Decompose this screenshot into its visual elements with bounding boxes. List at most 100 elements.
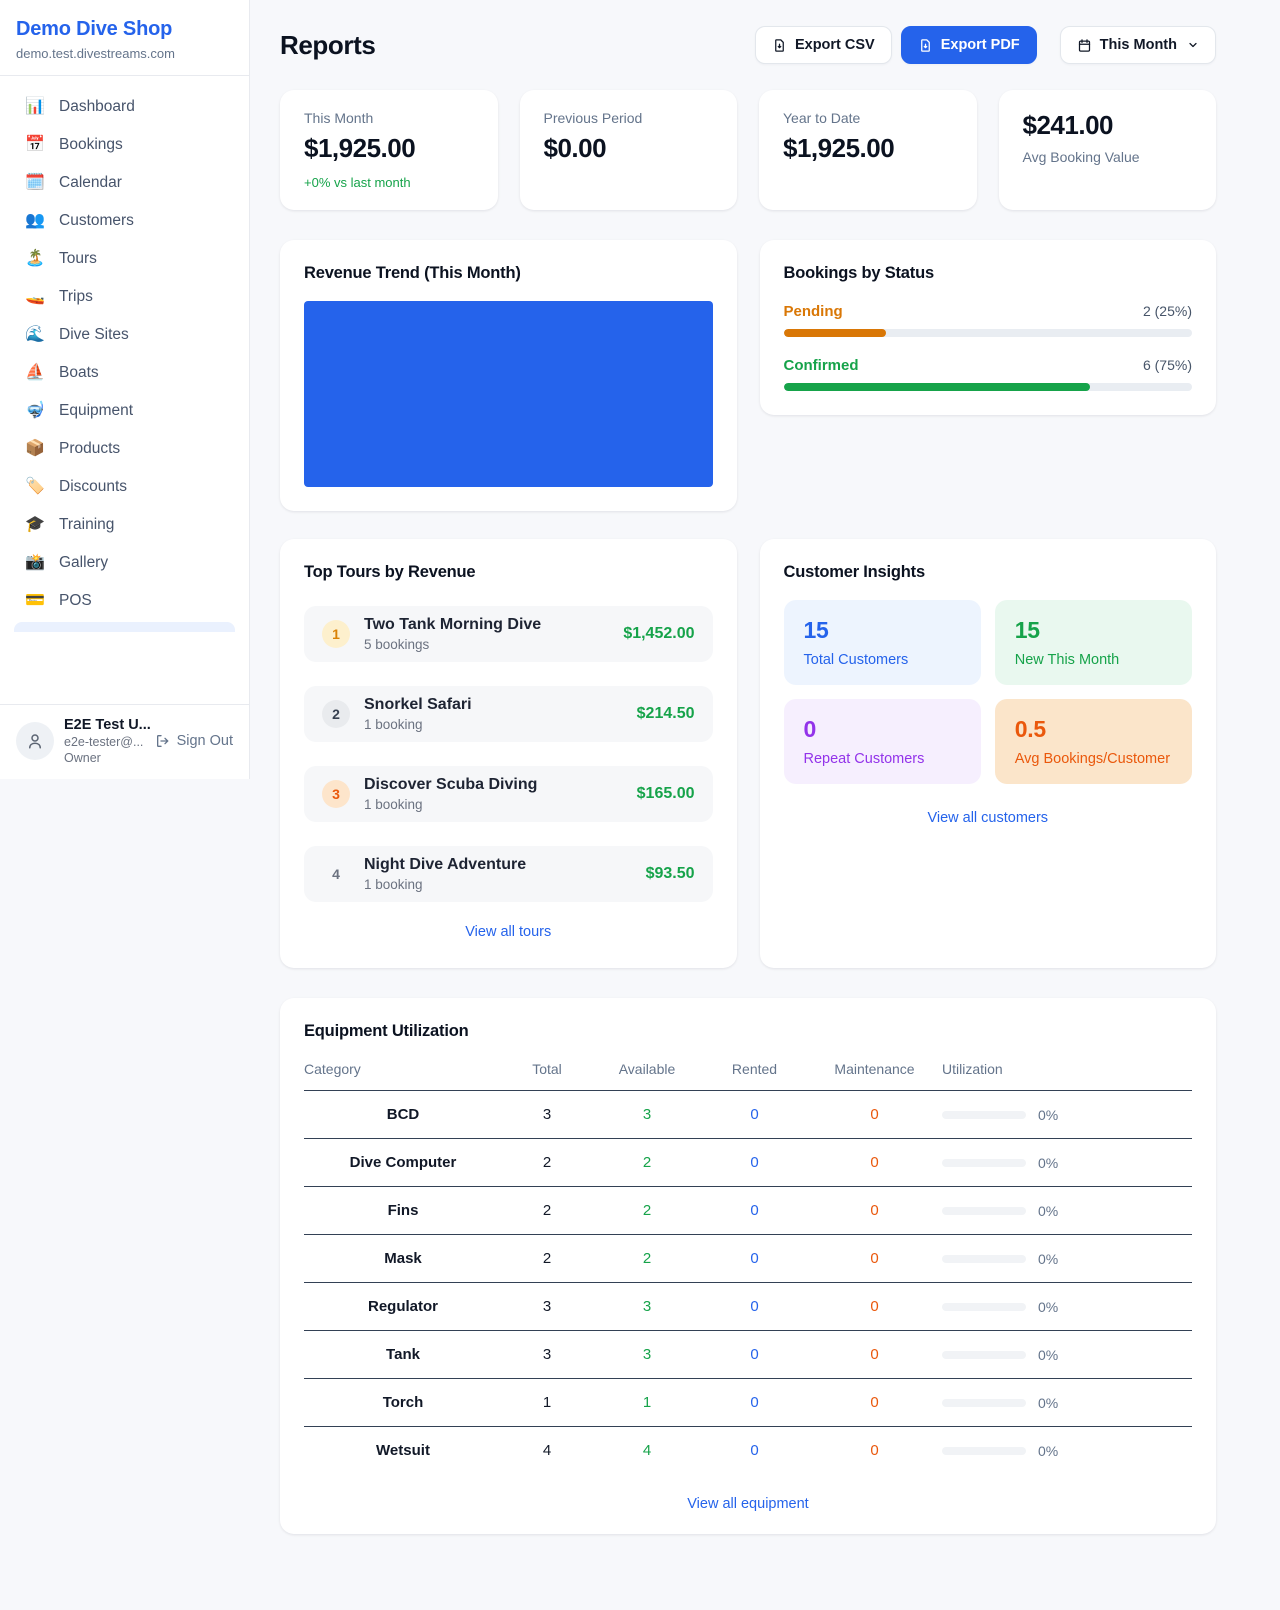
- status-row-confirmed: Confirmed 6 (75%): [784, 357, 1193, 391]
- graduation-cap-icon: 🎓: [24, 517, 46, 533]
- equipment-available: 1: [592, 1379, 702, 1427]
- sidebar-item-dashboard[interactable]: 📊 Dashboard: [10, 88, 239, 126]
- export-pdf-button[interactable]: Export PDF: [901, 26, 1037, 64]
- view-all-customers-link[interactable]: View all customers: [927, 810, 1048, 826]
- sidebar-item-label: Dashboard: [59, 98, 135, 116]
- period-dropdown[interactable]: This Month: [1060, 26, 1216, 64]
- user-email: e2e-tester@...: [64, 735, 145, 749]
- user-role: Owner: [64, 751, 145, 765]
- sidebar-item-bookings[interactable]: 📅 Bookings: [10, 126, 239, 164]
- stats-row: This Month $1,925.00 +0% vs last month P…: [280, 90, 1216, 210]
- equipment-rented: 0: [702, 1235, 807, 1283]
- sidebar-item-label: Tours: [59, 250, 97, 268]
- equipment-available: 2: [592, 1187, 702, 1235]
- table-row: Dive Computer22000%: [304, 1139, 1192, 1187]
- header-actions: Export CSV Export PDF This Month: [755, 26, 1216, 64]
- tour-bookings: 1 booking: [364, 797, 623, 812]
- tour-row[interactable]: 3 Discover Scuba Diving 1 booking $165.0…: [304, 766, 713, 822]
- tour-row[interactable]: 2 Snorkel Safari 1 booking $214.50: [304, 686, 713, 742]
- sidebar-item-discounts[interactable]: 🏷️ Discounts: [10, 468, 239, 506]
- table-row: Mask22000%: [304, 1235, 1192, 1283]
- calendar-icon: [1077, 38, 1092, 53]
- equipment-rented: 0: [702, 1187, 807, 1235]
- tour-row[interactable]: 4 Night Dive Adventure 1 booking $93.50: [304, 846, 713, 902]
- revenue-trend-card: Revenue Trend (This Month): [280, 240, 737, 511]
- sidebar-item-active-partial[interactable]: [14, 622, 235, 632]
- sidebar-item-pos[interactable]: 💳 POS: [10, 582, 239, 620]
- sign-out-button[interactable]: Sign Out: [155, 733, 233, 749]
- insight-value: 15: [804, 617, 961, 644]
- stat-label: Previous Period: [544, 110, 714, 126]
- sidebar-item-label: Products: [59, 440, 120, 458]
- utilization-bar: [942, 1255, 1026, 1263]
- user-name: E2E Test U...: [64, 717, 145, 733]
- sidebar-item-equipment[interactable]: 🤿 Equipment: [10, 392, 239, 430]
- equipment-utilization-card: Equipment Utilization Category Total Ava…: [280, 998, 1216, 1534]
- sidebar-item-products[interactable]: 📦 Products: [10, 430, 239, 468]
- equipment-total: 3: [502, 1331, 592, 1379]
- equipment-maintenance: 0: [807, 1139, 942, 1187]
- tour-bookings: 1 booking: [364, 717, 623, 732]
- equipment-rented: 0: [702, 1283, 807, 1331]
- table-row: Regulator33000%: [304, 1283, 1192, 1331]
- shop-name: Demo Dive Shop: [16, 18, 233, 41]
- tour-amount: $93.50: [646, 865, 695, 883]
- rank-badge: 1: [322, 620, 350, 648]
- customer-insights-card: Customer Insights 15 Total Customers 15 …: [760, 539, 1217, 968]
- sidebar-item-boats[interactable]: ⛵ Boats: [10, 354, 239, 392]
- view-all-equipment-link[interactable]: View all equipment: [687, 1496, 808, 1512]
- equipment-total: 2: [502, 1187, 592, 1235]
- equipment-total: 3: [502, 1283, 592, 1331]
- insight-tile-total-customers: 15 Total Customers: [784, 600, 981, 685]
- sidebar-item-gallery[interactable]: 📸 Gallery: [10, 544, 239, 582]
- status-label: Confirmed: [784, 357, 859, 374]
- export-csv-button[interactable]: Export CSV: [755, 26, 892, 64]
- sidebar-item-label: Trips: [59, 288, 93, 306]
- table-header-row: Category Total Available Rented Maintena…: [304, 1061, 1192, 1091]
- chevron-down-icon: [1187, 39, 1199, 51]
- sidebar-item-label: POS: [59, 592, 92, 610]
- stat-card-year-to-date: Year to Date $1,925.00: [759, 90, 977, 210]
- tour-name: Two Tank Morning Dive: [364, 616, 609, 634]
- view-all-tours-link[interactable]: View all tours: [465, 924, 551, 940]
- equipment-available: 2: [592, 1139, 702, 1187]
- column-header: Utilization: [942, 1061, 1192, 1091]
- utilization-percent: 0%: [1038, 1251, 1058, 1267]
- sidebar-item-tours[interactable]: 🏝️ Tours: [10, 240, 239, 278]
- sidebar-item-customers[interactable]: 👥 Customers: [10, 202, 239, 240]
- revenue-trend-title: Revenue Trend (This Month): [304, 264, 713, 283]
- insight-tile-new-this-month: 15 New This Month: [995, 600, 1192, 685]
- tour-row[interactable]: 1 Two Tank Morning Dive 5 bookings $1,45…: [304, 606, 713, 662]
- main-content: Reports Export CSV Export PDF This Month…: [250, 0, 1280, 1574]
- calendar-date-icon: 📅: [24, 137, 46, 153]
- utilization-bar: [942, 1399, 1026, 1407]
- equipment-available: 3: [592, 1331, 702, 1379]
- page-title: Reports: [280, 30, 375, 61]
- column-header: Maintenance: [807, 1061, 942, 1091]
- equipment-rented: 0: [702, 1427, 807, 1475]
- sidebar: Demo Dive Shop demo.test.divestreams.com…: [0, 0, 250, 779]
- sidebar-item-training[interactable]: 🎓 Training: [10, 506, 239, 544]
- price-tag-icon: 🏷️: [24, 479, 46, 495]
- page-header: Reports Export CSV Export PDF This Month: [280, 26, 1216, 64]
- sidebar-item-label: Boats: [59, 364, 99, 382]
- camera-icon: 📸: [24, 555, 46, 571]
- sidebar-item-calendar[interactable]: 🗓️ Calendar: [10, 164, 239, 202]
- sidebar-nav: 📊 Dashboard 📅 Bookings 🗓️ Calendar 👥 Cus…: [0, 76, 249, 704]
- table-row: BCD33000%: [304, 1091, 1192, 1139]
- stat-delta: +0% vs last month: [304, 175, 474, 190]
- export-pdf-label: Export PDF: [941, 37, 1020, 53]
- equipment-total: 4: [502, 1427, 592, 1475]
- top-tours-title: Top Tours by Revenue: [304, 563, 713, 582]
- tour-amount: $165.00: [637, 785, 695, 803]
- sidebar-item-trips[interactable]: 🚤 Trips: [10, 278, 239, 316]
- equipment-total: 1: [502, 1379, 592, 1427]
- mid-row: Top Tours by Revenue 1 Two Tank Morning …: [280, 539, 1216, 968]
- sidebar-item-dive-sites[interactable]: 🌊 Dive Sites: [10, 316, 239, 354]
- equipment-rented: 0: [702, 1379, 807, 1427]
- utilization-bar: [942, 1159, 1026, 1167]
- column-header: Category: [304, 1061, 502, 1091]
- bookings-by-status-title: Bookings by Status: [784, 264, 1193, 283]
- stat-card-previous-period: Previous Period $0.00: [520, 90, 738, 210]
- equipment-total: 3: [502, 1091, 592, 1139]
